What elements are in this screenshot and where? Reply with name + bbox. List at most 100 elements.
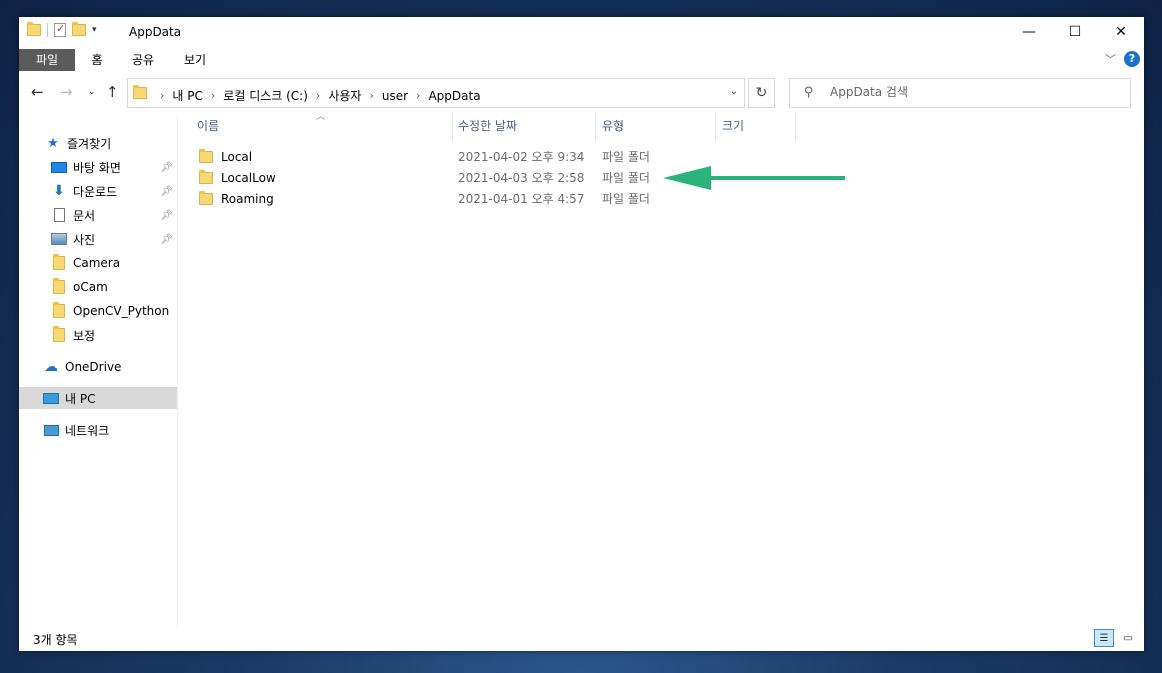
nav-item-camera[interactable]: Camera bbox=[19, 252, 177, 274]
recent-locations-chevron-icon[interactable]: ⌄ bbox=[88, 87, 96, 97]
download-icon: ⬇ bbox=[53, 183, 65, 199]
search-input[interactable] bbox=[830, 85, 1110, 99]
folder-icon bbox=[199, 148, 213, 163]
annotation-arrow bbox=[663, 166, 845, 190]
minimize-button[interactable]: — bbox=[1006, 17, 1052, 47]
address-row: ← → ⌄ ↑ › 내 PC › 로컬 디스크 (C:) › 사용자 › use… bbox=[19, 77, 1144, 109]
pin-icon[interactable]: 📌︎ bbox=[160, 210, 173, 221]
large-icons-view-icon: ▭ bbox=[1123, 632, 1133, 644]
column-header-name[interactable]: 이름 bbox=[191, 112, 453, 140]
view-toggle: ☰ ▭ bbox=[1094, 629, 1138, 647]
window-controls: — ☐ ✕ bbox=[1006, 17, 1144, 47]
breadcrumb-user[interactable]: user bbox=[382, 89, 408, 103]
expand-ribbon-chevron-icon[interactable]: ﹀ bbox=[1105, 51, 1116, 67]
search-icon: ⚲ bbox=[804, 85, 814, 100]
file-type: 파일 폴더 bbox=[602, 171, 650, 185]
tab-share[interactable]: 공유 bbox=[125, 49, 161, 71]
file-name: Local bbox=[221, 149, 253, 164]
customize-toolbar-chevron-icon[interactable]: ▾ bbox=[92, 25, 97, 35]
breadcrumb-separator-icon[interactable]: › bbox=[316, 89, 320, 102]
nav-label: 다운로드 bbox=[73, 184, 118, 199]
star-icon: ★ bbox=[47, 135, 59, 151]
address-bar[interactable]: › 내 PC › 로컬 디스크 (C:) › 사용자 › user › AppD… bbox=[127, 78, 745, 108]
nav-onedrive[interactable]: ☁ OneDrive bbox=[19, 356, 177, 378]
nav-item-downloads[interactable]: ⬇ 다운로드 📌︎ bbox=[19, 180, 177, 202]
location-folder-icon bbox=[133, 85, 147, 99]
breadcrumb-local-disk[interactable]: 로컬 디스크 (C:) bbox=[223, 87, 308, 104]
close-button[interactable]: ✕ bbox=[1098, 17, 1144, 47]
nav-item-adjust[interactable]: 보정 bbox=[19, 324, 177, 346]
nav-item-pictures[interactable]: 사진 📌︎ bbox=[19, 228, 177, 250]
ribbon-right-controls: ﹀ ? bbox=[1105, 51, 1140, 67]
folder-icon bbox=[51, 302, 67, 318]
breadcrumb-separator-icon[interactable]: › bbox=[211, 89, 215, 102]
ribbon-tabs: 파일 홈 공유 보기 ﹀ ? bbox=[19, 47, 1144, 71]
explorer-window: ▾ AppData — ☐ ✕ 파일 홈 공유 보기 ﹀ ? ← → ⌄ ↑ ›… bbox=[19, 17, 1144, 651]
folder-icon bbox=[51, 326, 67, 342]
details-view-icon: ☰ bbox=[1099, 632, 1109, 644]
tab-view[interactable]: 보기 bbox=[177, 49, 213, 71]
cloud-icon: ☁ bbox=[44, 359, 58, 375]
nav-item-ocam[interactable]: oCam bbox=[19, 276, 177, 298]
breadcrumb-users[interactable]: 사용자 bbox=[328, 87, 361, 104]
nav-item-documents[interactable]: 문서 📌︎ bbox=[19, 204, 177, 226]
forward-arrow-icon[interactable]: → bbox=[60, 83, 73, 101]
breadcrumb-separator-icon[interactable]: › bbox=[160, 89, 164, 102]
column-header-size[interactable]: 크기 bbox=[716, 112, 796, 140]
tab-file[interactable]: 파일 bbox=[19, 49, 75, 71]
breadcrumb-separator-icon[interactable]: › bbox=[369, 89, 373, 102]
navigation-pane: ★ 즐겨찾기 바탕 화면 📌︎ ⬇ 다운로드 📌︎ 문서 📌︎ 사진 📌︎ Ca… bbox=[19, 117, 177, 627]
file-name-cell: Local bbox=[199, 148, 253, 164]
nav-label: 보정 bbox=[73, 328, 96, 343]
large-icons-view-button[interactable]: ▭ bbox=[1118, 629, 1138, 647]
nav-label: 즐겨찾기 bbox=[67, 136, 112, 151]
file-row[interactable]: Local 2021-04-02 오후 9:34 파일 폴더 bbox=[194, 146, 674, 167]
up-arrow-icon[interactable]: ↑ bbox=[106, 83, 119, 101]
window-title: AppData bbox=[129, 25, 182, 39]
details-view-button[interactable]: ☰ bbox=[1094, 629, 1114, 647]
refresh-button[interactable]: ↻ bbox=[748, 78, 775, 108]
file-name: Roaming bbox=[221, 191, 274, 206]
breadcrumb-this-pc[interactable]: 내 PC bbox=[172, 87, 202, 104]
address-history-chevron-icon[interactable]: ⌄ bbox=[730, 86, 738, 97]
document-icon bbox=[51, 208, 67, 222]
nav-quick-access[interactable]: ★ 즐겨찾기 bbox=[19, 132, 177, 154]
nav-this-pc[interactable]: 내 PC bbox=[19, 387, 177, 409]
column-header-date[interactable]: 수정한 날짜 bbox=[452, 112, 596, 140]
pin-icon[interactable]: 📌︎ bbox=[160, 186, 173, 197]
nav-label: OpenCV_Python bbox=[73, 304, 170, 318]
nav-network[interactable]: 네트워크 bbox=[19, 419, 177, 441]
properties-icon[interactable] bbox=[54, 22, 66, 37]
title-bar: ▾ AppData — ☐ ✕ bbox=[19, 17, 1144, 47]
back-arrow-icon[interactable]: ← bbox=[31, 83, 44, 101]
breadcrumb-appdata[interactable]: AppData bbox=[428, 89, 480, 103]
network-icon bbox=[43, 423, 59, 437]
pin-icon[interactable]: 📌︎ bbox=[160, 162, 173, 173]
file-name-cell: LocalLow bbox=[199, 169, 276, 185]
nav-label: 내 PC bbox=[65, 391, 96, 406]
tab-home[interactable]: 홈 bbox=[83, 49, 111, 71]
file-date: 2021-04-02 오후 9:34 bbox=[458, 150, 585, 164]
pane-divider[interactable] bbox=[177, 117, 178, 627]
search-box[interactable]: ⚲ bbox=[789, 78, 1131, 108]
folder-icon bbox=[199, 190, 213, 205]
pin-icon[interactable]: 📌︎ bbox=[160, 234, 173, 245]
desktop-icon bbox=[51, 160, 67, 174]
breadcrumb-separator-icon[interactable]: › bbox=[416, 89, 420, 102]
column-header-type[interactable]: 유형 bbox=[596, 112, 716, 140]
folder-icon bbox=[51, 254, 67, 270]
help-icon[interactable]: ? bbox=[1124, 51, 1140, 67]
file-row[interactable]: LocalLow 2021-04-03 오후 2:58 파일 폴더 bbox=[194, 167, 674, 188]
nav-item-opencv-python[interactable]: OpenCV_Python bbox=[19, 300, 177, 322]
refresh-icon: ↻ bbox=[755, 85, 768, 101]
file-type: 파일 폴더 bbox=[602, 150, 650, 164]
nav-item-desktop[interactable]: 바탕 화면 📌︎ bbox=[19, 156, 177, 178]
quick-access-toolbar: ▾ bbox=[27, 22, 97, 37]
file-row[interactable]: Roaming 2021-04-01 오후 4:57 파일 폴더 bbox=[194, 188, 674, 209]
new-folder-icon[interactable] bbox=[72, 22, 86, 36]
nav-label: 사진 bbox=[73, 232, 96, 247]
nav-label: OneDrive bbox=[65, 360, 122, 374]
file-date: 2021-04-01 오후 4:57 bbox=[458, 192, 585, 206]
status-item-count: 3개 항목 bbox=[33, 633, 78, 647]
maximize-button[interactable]: ☐ bbox=[1052, 17, 1098, 47]
